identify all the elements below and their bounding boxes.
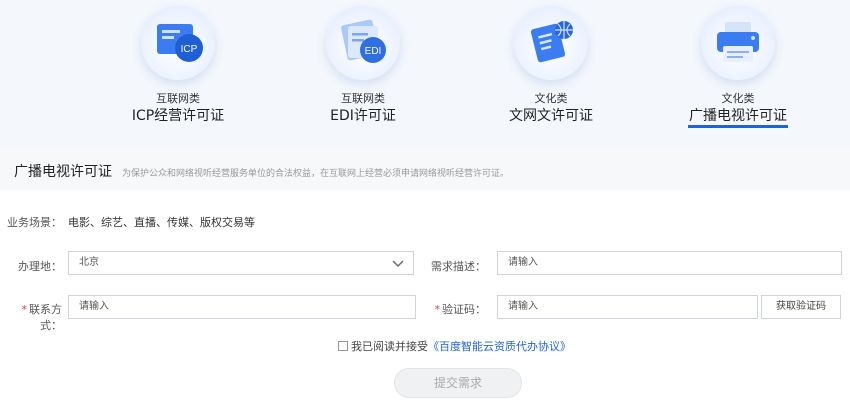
card-culture-network-license[interactable]: 文化类 文网文许可证 [471, 0, 631, 148]
card-category: 互联网类 [341, 92, 385, 105]
card-name: 广播电视许可证 [689, 108, 787, 124]
printer-icon [701, 6, 775, 80]
card-category: 互联网类 [156, 92, 200, 105]
document-globe-icon [514, 6, 588, 80]
code-placeholder: 请输入 [508, 301, 538, 312]
card-icp-license[interactable]: ICP 互联网类 ICP经营许可证 [98, 0, 258, 148]
location-value: 北京 [79, 257, 99, 268]
code-label: * 验证码： [420, 301, 487, 317]
active-card-underline [688, 125, 788, 128]
contact-label: * 联系方式： [0, 301, 63, 333]
license-type-selector: ICP 互联网类 ICP经营许可证 EDI 互联网类 EDI许可证 文化类 文网… [0, 0, 850, 148]
location-label: 办理地： [18, 260, 62, 273]
section-title: 广播电视许可证 [14, 164, 112, 180]
contact-label-text: 联系方式： [29, 303, 62, 332]
icp-license-icon: ICP [141, 6, 215, 80]
card-name: EDI许可证 [330, 108, 396, 124]
card-broadcast-license[interactable]: 文化类 广播电视许可证 [658, 0, 818, 148]
card-edi-license[interactable]: EDI 互联网类 EDI许可证 [283, 0, 443, 148]
scene-label: 业务场景： [7, 216, 62, 229]
submit-button[interactable]: 提交需求 [394, 368, 522, 398]
card-name: ICP经营许可证 [131, 108, 225, 124]
icp-icon-label: ICP [181, 44, 198, 55]
agreement-link[interactable]: 《百度智能云资质代办协议》 [428, 340, 571, 353]
agree-text: 我已阅读并接受 [351, 340, 428, 353]
need-label: 需求描述： [431, 260, 486, 273]
card-category: 文化类 [721, 92, 755, 105]
location-select[interactable]: 北京 [68, 251, 414, 275]
code-label-text: 验证码： [442, 303, 486, 316]
required-mark: * [434, 303, 441, 316]
card-name: 文网文许可证 [509, 108, 593, 124]
edi-icon-label: EDI [365, 46, 382, 57]
chevron-down-icon [392, 260, 404, 267]
edi-license-icon: EDI [326, 6, 400, 80]
need-input[interactable]: 请输入 [497, 251, 842, 275]
code-input[interactable]: 请输入 [497, 295, 758, 319]
section-description: 为保护公众和网络视听经营服务单位的合法权益，在互联网上经营必须申请网络视听经营许… [122, 169, 510, 179]
card-category: 文化类 [534, 92, 568, 105]
contact-input[interactable]: 请输入 [68, 295, 416, 319]
agreement-row: 我已阅读并接受《百度智能云资质代办协议》 [338, 338, 571, 354]
required-mark: * [21, 303, 28, 316]
need-placeholder: 请输入 [508, 257, 538, 268]
scene-value: 电影、综艺、直播、传媒、版权交易等 [68, 216, 255, 229]
contact-placeholder: 请输入 [79, 301, 109, 312]
agree-checkbox[interactable] [338, 341, 348, 351]
get-code-button[interactable]: 获取验证码 [761, 295, 841, 319]
